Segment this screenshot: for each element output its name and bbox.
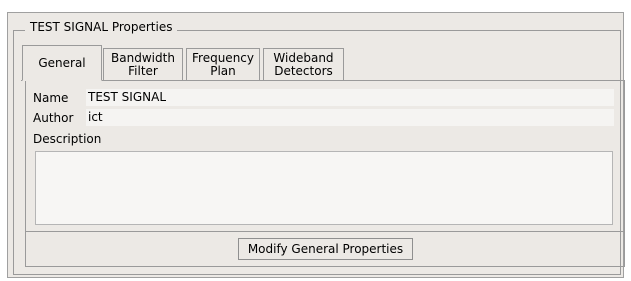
tab-bandwidth-filter-line2: Filter (128, 64, 158, 78)
tab-general-label: General (38, 55, 86, 70)
name-label: Name (33, 91, 69, 105)
tab-general[interactable]: General (22, 45, 102, 81)
author-label: Author (33, 111, 74, 125)
description-label: Description (33, 132, 102, 146)
tab-frequency-plan-line2: Plan (210, 64, 236, 78)
tab-frequency-plan[interactable]: Frequency Plan (186, 48, 260, 81)
group-title: TEST SIGNAL Properties (25, 20, 178, 34)
modify-general-properties-button[interactable]: Modify General Properties (238, 238, 413, 260)
tab-wideband-detectors[interactable]: Wideband Detectors (263, 48, 344, 81)
name-field[interactable]: TEST SIGNAL (86, 89, 614, 106)
tab-bandwidth-filter[interactable]: Bandwidth Filter (103, 48, 183, 81)
author-field[interactable]: ict (86, 109, 614, 126)
description-textarea[interactable] (35, 151, 613, 225)
tab-wideband-detectors-line2: Detectors (274, 64, 333, 78)
